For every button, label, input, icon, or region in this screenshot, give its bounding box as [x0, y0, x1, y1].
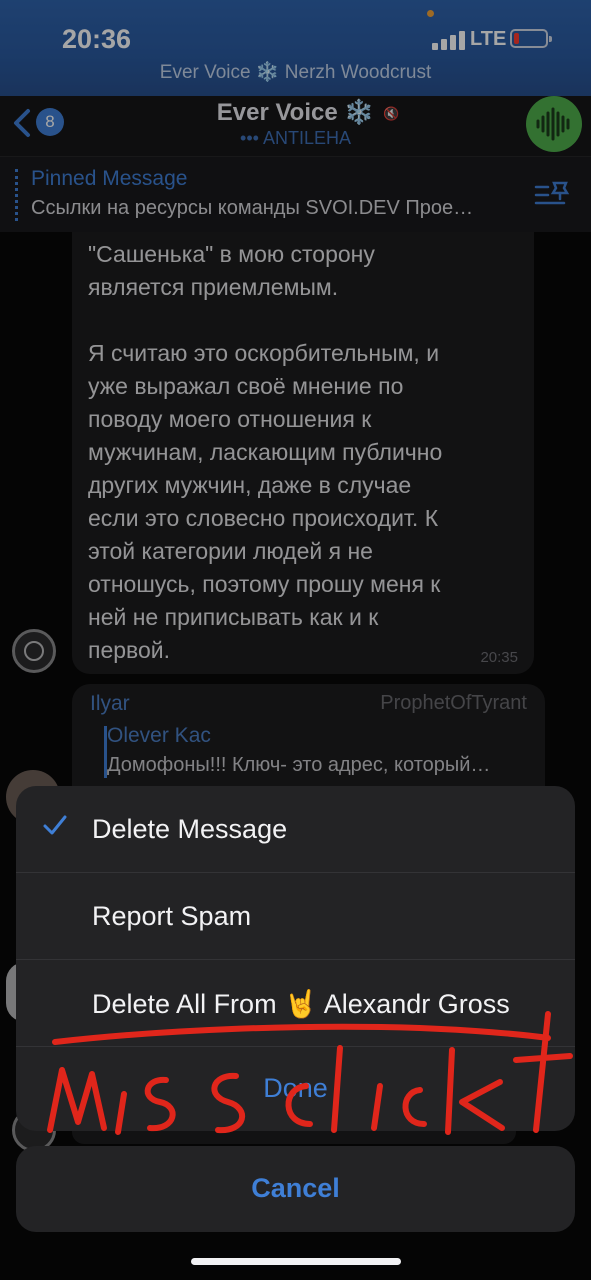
report-spam-option[interactable]: Report Spam: [16, 873, 575, 960]
delete-message-option[interactable]: Delete Message: [16, 786, 575, 873]
delete-all-from-user-option[interactable]: Delete All From 🤘 Alexandr Gross: [16, 960, 575, 1047]
home-indicator[interactable]: [191, 1258, 401, 1265]
action-sheet: Delete Message Report Spam Delete All Fr…: [16, 786, 575, 1131]
cancel-label: Cancel: [251, 1173, 340, 1203]
option-label: Delete Message: [92, 814, 288, 844]
checkmark-icon: [43, 815, 67, 835]
cancel-button[interactable]: Cancel: [16, 1146, 575, 1232]
done-label: Done: [263, 1073, 328, 1103]
done-button[interactable]: Done: [16, 1047, 575, 1131]
option-label: Delete All From 🤘 Alexandr Gross: [92, 989, 510, 1019]
option-label: Report Spam: [92, 901, 252, 931]
